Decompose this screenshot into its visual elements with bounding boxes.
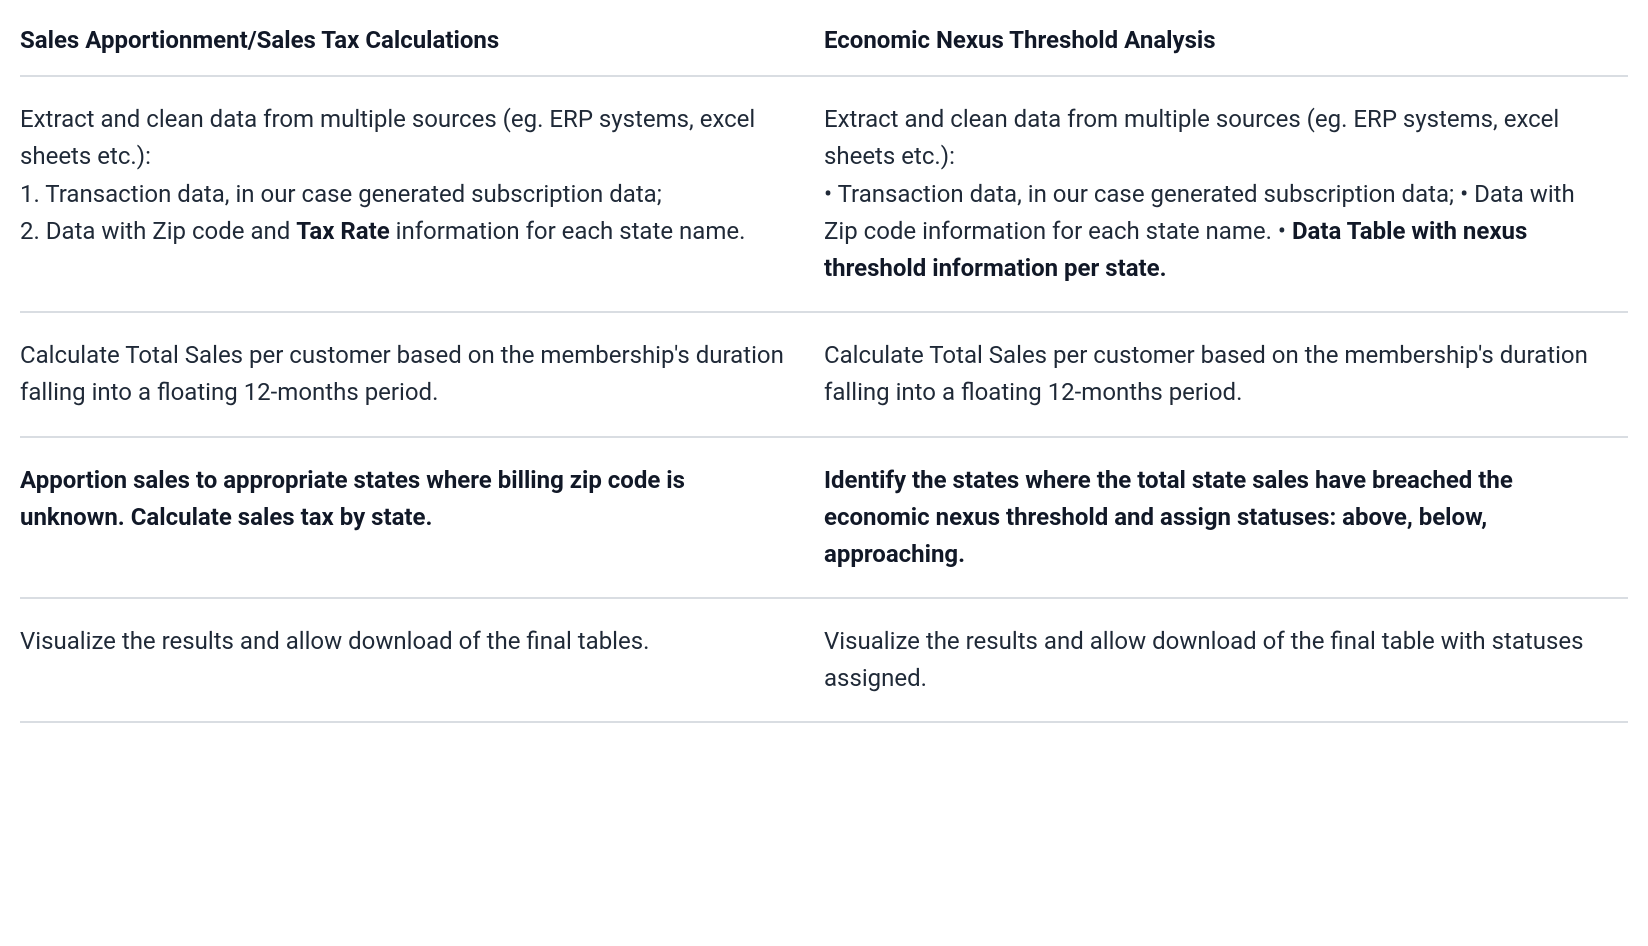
- cell-visualize-b: Visualize the results and allow download…: [824, 598, 1628, 722]
- cell-extract-clean-a: Extract and clean data from multiple sou…: [20, 76, 824, 312]
- cell-calc-total-a: Calculate Total Sales per customer based…: [20, 312, 824, 436]
- text-fragment: 2. Data with Zip code and: [20, 217, 296, 245]
- list-item: Transaction data, in our case generated …: [824, 180, 1454, 208]
- cell-identify-b: Identify the states where the total stat…: [824, 437, 1628, 599]
- col-header-economic-nexus: Economic Nexus Threshold Analysis: [824, 22, 1628, 76]
- col-header-sales-apportionment: Sales Apportionment/Sales Tax Calculatio…: [20, 22, 824, 76]
- text-fragment: information for each state name.: [390, 217, 746, 245]
- page-container: Sales Apportionment/Sales Tax Calculatio…: [0, 0, 1648, 743]
- table-row: Apportion sales to appropriate states wh…: [20, 437, 1628, 599]
- cell-extract-clean-b: Extract and clean data from multiple sou…: [824, 76, 1628, 312]
- table-row: Visualize the results and allow download…: [20, 598, 1628, 722]
- bold-apportion: Apportion sales to appropriate states wh…: [20, 466, 685, 531]
- list-item: 2. Data with Zip code and Tax Rate infor…: [20, 213, 788, 250]
- table-row: Extract and clean data from multiple sou…: [20, 76, 1628, 312]
- bold-identify: Identify the states where the total stat…: [824, 466, 1513, 568]
- intro-text: Extract and clean data from multiple sou…: [824, 101, 1592, 175]
- list-item: 1. Transaction data, in our case generat…: [20, 176, 788, 213]
- table-header-row: Sales Apportionment/Sales Tax Calculatio…: [20, 22, 1628, 76]
- text-fragment: Transaction data, in our case generated …: [838, 180, 1455, 208]
- intro-text: Extract and clean data from multiple sou…: [20, 101, 788, 175]
- bold-tax-rate: Tax Rate: [296, 217, 389, 245]
- table-row: Calculate Total Sales per customer based…: [20, 312, 1628, 436]
- cell-apportion-a: Apportion sales to appropriate states wh…: [20, 437, 824, 599]
- cell-visualize-a: Visualize the results and allow download…: [20, 598, 824, 722]
- comparison-table: Sales Apportionment/Sales Tax Calculatio…: [20, 22, 1628, 723]
- cell-calc-total-b: Calculate Total Sales per customer based…: [824, 312, 1628, 436]
